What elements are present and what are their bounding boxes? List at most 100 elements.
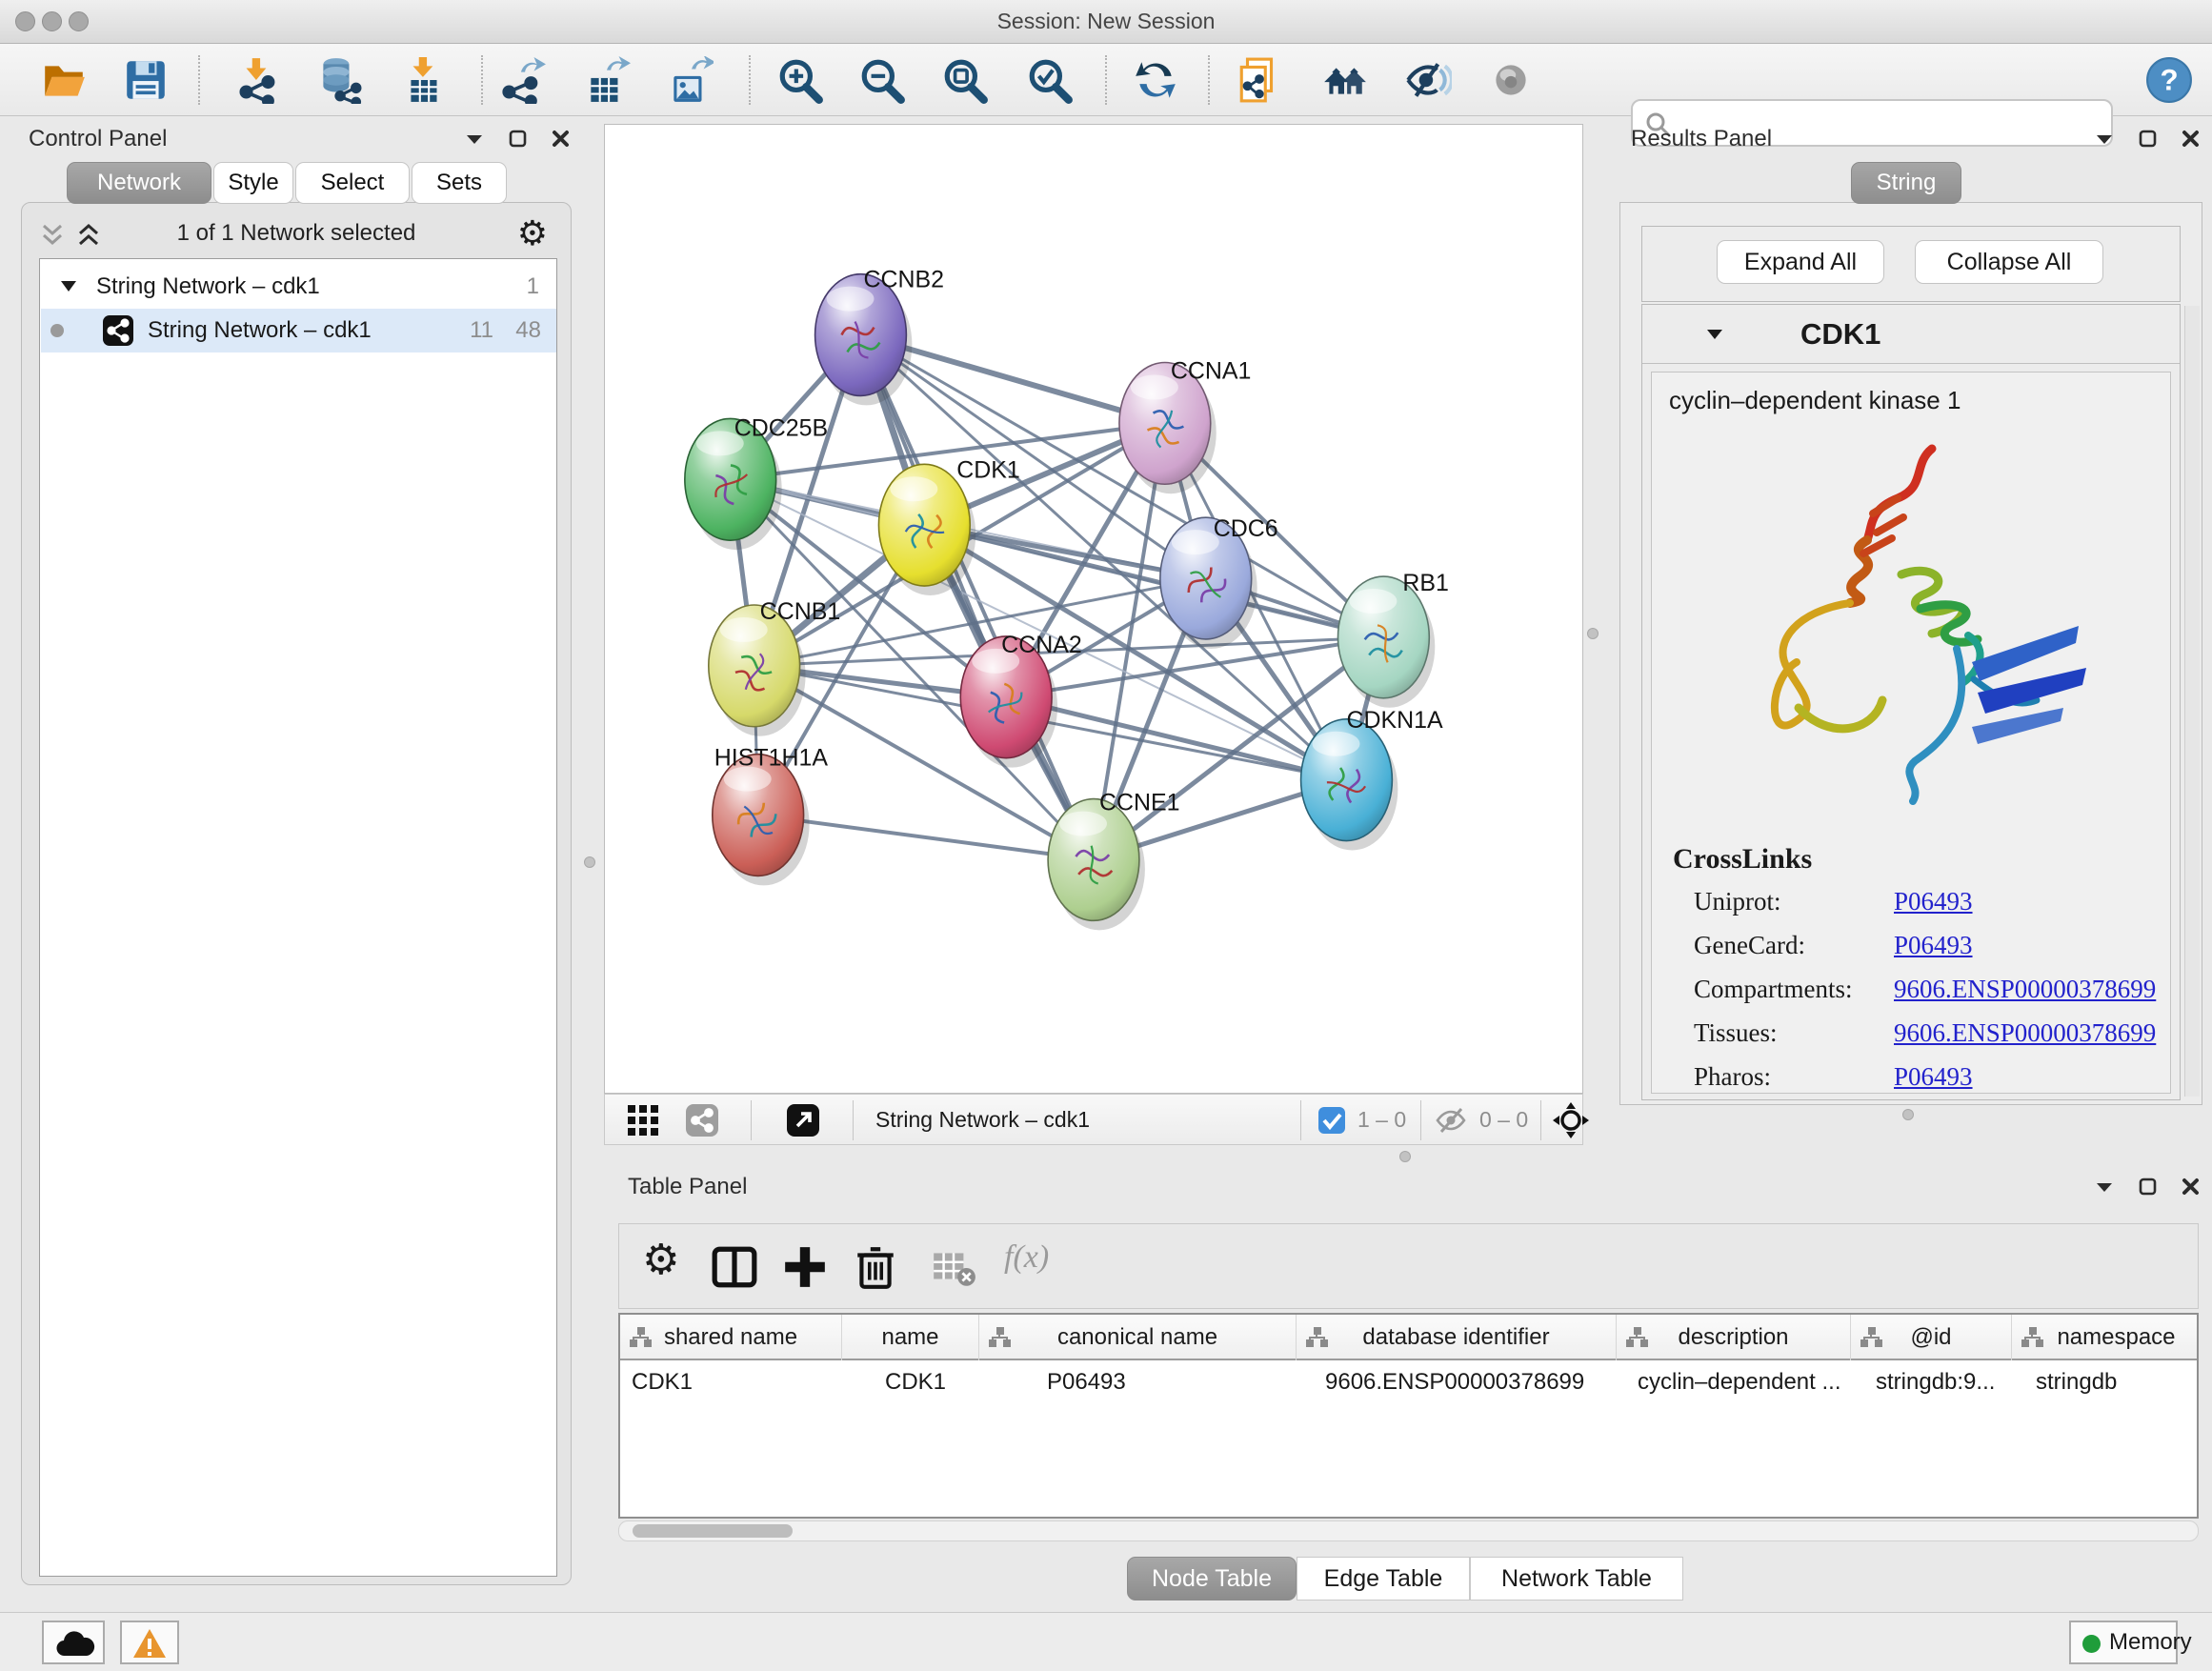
import-network-from-file-button[interactable] (234, 56, 282, 104)
export-image-button[interactable] (666, 56, 714, 104)
update-network-button[interactable] (1132, 56, 1179, 104)
table-panel: Table Panel ⚙ (614, 1160, 2202, 1602)
network-options-gear-icon[interactable]: ⚙ (517, 214, 548, 253)
column-header-id[interactable]: @id (1851, 1315, 2012, 1360)
help-button[interactable]: ? (2145, 56, 2193, 104)
table-row[interactable]: CDK1 CDK1 P06493 9606.ENSP00000378699 cy… (620, 1360, 2199, 1404)
tab-select[interactable]: Select (295, 162, 410, 204)
birds-eye-grid-icon[interactable] (626, 1103, 660, 1137)
tab-style[interactable]: Style (213, 162, 293, 204)
panel-menu-icon[interactable] (2095, 1180, 2114, 1194)
results-splitter-handle[interactable] (1902, 1109, 1914, 1120)
section-expander-icon[interactable] (1705, 328, 1724, 341)
panel-close-icon[interactable] (2182, 130, 2200, 148)
tab-network-table[interactable]: Network Table (1470, 1557, 1683, 1601)
results-actions-box: Expand All Collapse All (1641, 226, 2181, 302)
collapse-all-button[interactable]: Collapse All (1915, 240, 2103, 284)
network-node-cdk1[interactable]: CDK1 (878, 456, 1019, 595)
tab-network[interactable]: Network (67, 162, 211, 204)
crosslink-link[interactable]: P06493 (1894, 931, 1973, 960)
expand-all-button[interactable]: Expand All (1717, 240, 1884, 284)
node-label: CDKN1A (1346, 707, 1443, 734)
save-session-button[interactable] (122, 56, 170, 104)
export-image-icon (666, 56, 714, 104)
zoom-in-button[interactable] (776, 56, 824, 104)
panel-float-icon[interactable] (2139, 130, 2157, 148)
panel-menu-icon[interactable] (2095, 132, 2114, 146)
crosslink-link[interactable]: 9606.ENSP00000378699 (1894, 975, 2156, 1004)
column-header-description[interactable]: description (1617, 1315, 1851, 1360)
table-toolbar: ⚙ f(x) (618, 1223, 2199, 1309)
clone-network-button[interactable] (1236, 56, 1283, 104)
expand-all-label: Expand All (1744, 249, 1857, 275)
tab-edge-table[interactable]: Edge Table (1297, 1557, 1470, 1601)
column-header-namespace[interactable]: namespace (2012, 1315, 2199, 1360)
results-scrollbar[interactable] (2184, 306, 2200, 1097)
network-node-hist1h1a[interactable]: HIST1H1A (713, 745, 829, 886)
zoom-fit-button[interactable] (941, 56, 989, 104)
crosslink-link[interactable]: P06493 (1894, 887, 1973, 916)
network-node-ccna1[interactable]: CCNA1 (1119, 357, 1251, 493)
column-header-database-identifier[interactable]: database identifier (1297, 1315, 1617, 1360)
left-splitter-handle[interactable] (584, 856, 595, 868)
zoom-in-icon (776, 56, 824, 104)
network-edge[interactable] (860, 335, 1094, 860)
cloud-status-button[interactable] (42, 1621, 105, 1664)
network-node-cdc25b[interactable]: CDC25B (685, 414, 828, 550)
add-column-icon[interactable] (781, 1243, 829, 1291)
panel-float-icon[interactable] (509, 130, 527, 148)
network-collection-row[interactable]: String Network – cdk1 1 (41, 265, 556, 309)
zoom-out-button[interactable] (858, 56, 906, 104)
column-header-shared-name[interactable]: shared name (620, 1315, 842, 1360)
network-row[interactable]: String Network – cdk1 11 48 (41, 309, 556, 352)
network-node-ccna2[interactable]: CCNA2 (960, 632, 1081, 768)
delete-column-trash-icon[interactable] (852, 1243, 899, 1291)
column-header-canonical-name[interactable]: canonical name (979, 1315, 1297, 1360)
export-table-to-file-button[interactable] (583, 56, 631, 104)
panel-menu-icon[interactable] (465, 132, 484, 146)
import-network-from-database-button[interactable] (314, 56, 362, 104)
tree-expander-icon[interactable] (60, 280, 77, 292)
network-canvas[interactable]: CCNB2 CCNA1 CDC25B CDK1 CDC6 RB1 CCNB1 CCNA2 CDK… (604, 124, 1583, 1094)
table-horizontal-scrollbar[interactable] (618, 1520, 2199, 1541)
homes-button[interactable] (1320, 56, 1368, 104)
tab-sets[interactable]: Sets (412, 162, 507, 204)
memory-label: Memory (2109, 1629, 2192, 1656)
panel-close-icon[interactable] (2182, 1178, 2200, 1196)
network-node-cdc6[interactable]: CDC6 (1160, 515, 1278, 649)
column-header-name[interactable]: name (842, 1315, 979, 1360)
network-node-cdkn1a[interactable]: CDKN1A (1301, 707, 1443, 851)
crosslink-label: Compartments: (1694, 975, 1852, 1003)
node-section-header[interactable]: CDK1 (1642, 305, 2180, 364)
show-columns-icon[interactable] (711, 1243, 758, 1291)
warning-status-button[interactable] (120, 1621, 179, 1664)
network-node-ccnb1[interactable]: CCNB1 (709, 598, 840, 736)
right-splitter-handle[interactable] (1587, 628, 1599, 639)
network-node-ccnb2[interactable]: CCNB2 (815, 267, 944, 406)
crosslink-link[interactable]: 9606.ENSP00000378699 (1894, 1018, 2156, 1048)
open-in-new-window-icon[interactable] (786, 1103, 820, 1137)
crosslink-link[interactable]: P06493 (1894, 1062, 1973, 1092)
import-network-icon (234, 56, 282, 104)
memory-status-button[interactable]: Memory (2069, 1621, 2178, 1664)
tab-sets-label: Sets (436, 170, 482, 195)
selected-checkbox-icon[interactable] (1317, 1106, 1346, 1135)
toolbar-separator (749, 55, 751, 105)
export-network-to-file-button[interactable] (499, 56, 547, 104)
duplicate-pages-icon (1236, 56, 1283, 104)
network-node-ccne1[interactable]: CCNE1 (1048, 790, 1179, 931)
panel-close-icon[interactable] (552, 130, 570, 148)
tab-node-table[interactable]: Node Table (1127, 1557, 1297, 1601)
scrollbar-thumb[interactable] (633, 1524, 793, 1538)
panel-float-icon[interactable] (2139, 1178, 2157, 1196)
table-mode-gear-icon[interactable]: ⚙ (642, 1236, 690, 1283)
network-node-rb1[interactable]: RB1 (1337, 570, 1448, 708)
show-all-button[interactable] (1487, 56, 1535, 104)
fit-selected-crosshair-icon[interactable] (1552, 1101, 1590, 1139)
import-table-from-file-button[interactable] (401, 56, 449, 104)
network-share-icon[interactable] (685, 1103, 719, 1137)
open-session-button[interactable] (40, 56, 88, 104)
results-tab-string[interactable]: String (1851, 162, 1961, 204)
zoom-selected-button[interactable] (1026, 56, 1074, 104)
hide-selected-button[interactable] (1404, 56, 1452, 104)
